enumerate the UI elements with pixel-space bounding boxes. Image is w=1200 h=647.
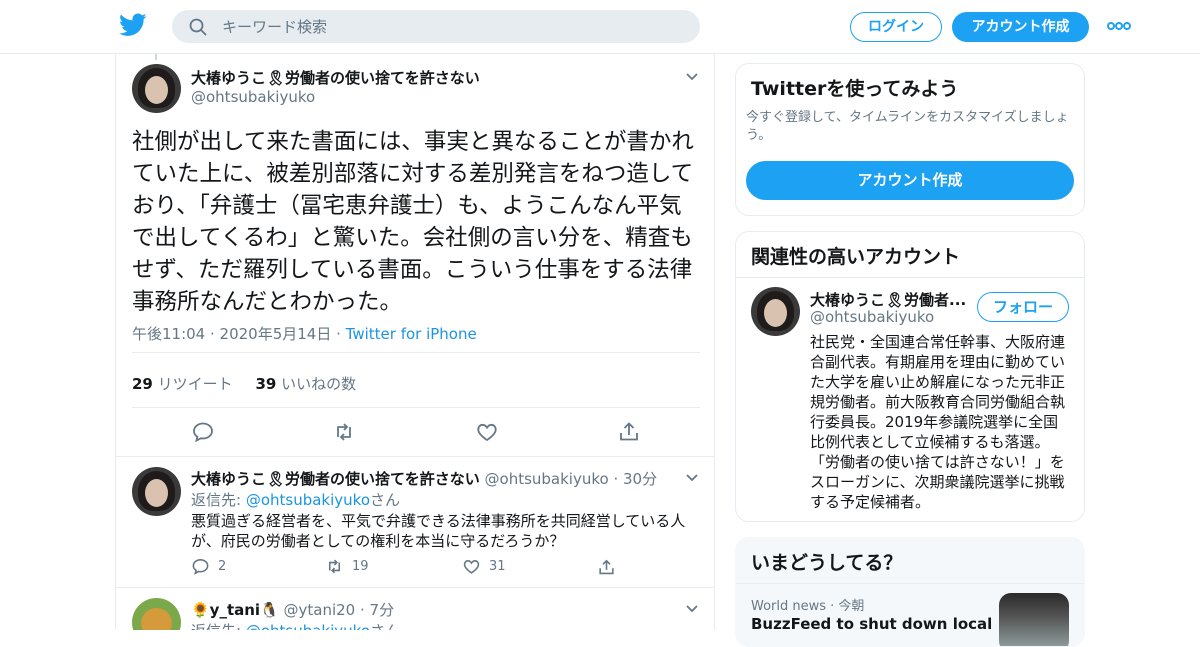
reply-to: 返信先: @ohtsubakiyukoさん <box>191 620 400 630</box>
divider <box>116 587 714 588</box>
signup-button[interactable]: アカウント作成 <box>952 12 1089 42</box>
like-stat[interactable]: 39 いいねの数 <box>255 375 356 393</box>
author-name[interactable]: 🌻y_tani🐧 <box>191 601 279 619</box>
trend-headline[interactable]: BuzzFeed to shut down local <box>751 615 992 633</box>
like-icon[interactable] <box>475 420 499 444</box>
search-box[interactable] <box>172 10 700 43</box>
reply-to-link[interactable]: @ohtsubakiyuko <box>246 491 370 509</box>
tweet-text: 社側が出して来た書面には、事実と異なることが書かれていた上に、被差別部落に対する… <box>132 129 694 315</box>
reply-to: 返信先: @ohtsubakiyukoさん <box>191 491 401 509</box>
reply-to-link[interactable]: @ohtsubakiyuko <box>246 622 370 630</box>
follow-button[interactable]: フォロー <box>977 292 1069 322</box>
reply-icon[interactable] <box>191 420 215 444</box>
tweet-column: 大椿ゆうこ🎗労働者の使い捨てを許さない @ohtsubakiyuko 社側が出し… <box>115 54 715 630</box>
twitter-bird-icon[interactable] <box>119 13 147 37</box>
reply-header: 大椿ゆうこ🎗労働者の使い捨てを許さない @ohtsubakiyuko · 30分 <box>191 468 657 489</box>
tweet-stats: 29 リツイート 39 いいねの数 <box>132 373 356 394</box>
trend-thumbnail[interactable] <box>999 593 1069 646</box>
author-handle[interactable]: @ytani20 · 7分 <box>279 601 395 619</box>
tweet-time[interactable]: 午後11:04 · 2020年5月14日 · <box>132 325 346 343</box>
more-options-icon[interactable] <box>1106 19 1132 33</box>
chevron-down-icon[interactable] <box>685 604 699 614</box>
divider <box>736 583 1084 584</box>
reply-header: 🌻y_tani🐧 @ytani20 · 7分 <box>191 599 394 620</box>
signup-card-title: Twitterを使ってみよう <box>751 78 959 100</box>
author-name[interactable]: 大椿ゆうこ🎗労働者の使い捨てを許さない <box>191 470 480 488</box>
trends-card: いまどうしてる？ World news · 今朝 BuzzFeed to shu… <box>735 537 1085 647</box>
tweet-client-link[interactable]: Twitter for iPhone <box>346 325 477 343</box>
login-button[interactable]: ログイン <box>850 12 942 42</box>
retweet-action[interactable]: 19 <box>325 557 369 576</box>
related-card-title: 関連性の高いアカウント <box>751 246 961 268</box>
author-handle[interactable]: @ohtsubakiyuko <box>191 88 315 106</box>
share-icon[interactable] <box>597 558 616 577</box>
divider <box>132 352 700 353</box>
related-account-bio: 社民党・全国連合常任幹事、大阪府連合副代表。有期雇用を理由に勤めていた大学を雇い… <box>810 333 1066 511</box>
author-name[interactable]: 大椿ゆうこ🎗労働者の使い捨てを許さない <box>191 67 480 88</box>
related-account-handle[interactable]: @ohtsubakiyuko <box>810 308 934 326</box>
signup-card-subtitle: 今すぐ登録して、タイムラインをカスタマイズしましょう。 <box>746 110 1069 143</box>
avatar[interactable] <box>751 287 800 336</box>
author-handle[interactable]: @ohtsubakiyuko · 30分 <box>480 470 658 488</box>
search-icon <box>189 18 207 36</box>
like-icon <box>463 560 480 574</box>
like-action[interactable]: 31 <box>462 557 506 576</box>
search-input[interactable] <box>222 10 682 43</box>
retweet-stat[interactable]: 29 リツイート <box>132 375 233 393</box>
thread-line <box>155 54 157 60</box>
signup-card-button[interactable]: アカウント作成 <box>746 161 1074 200</box>
avatar[interactable] <box>132 598 181 630</box>
top-bar: ログイン アカウント作成 <box>0 0 1200 54</box>
trend-source: World news · 今朝 <box>751 599 865 614</box>
divider <box>132 407 700 408</box>
divider <box>116 456 714 457</box>
signup-card: Twitterを使ってみよう 今すぐ登録して、タイムラインをカスタマイズしましょ… <box>735 63 1085 216</box>
trends-card-title: いまどうしてる？ <box>751 552 903 574</box>
related-accounts-card: 関連性の高いアカウント 大椿ゆうこ🎗労働者... @ohtsubakiyuko … <box>735 231 1085 522</box>
reply-action[interactable]: 2 <box>191 557 226 576</box>
divider <box>736 277 1084 278</box>
retweet-icon[interactable] <box>332 420 356 444</box>
avatar[interactable] <box>132 467 181 516</box>
related-account-name[interactable]: 大椿ゆうこ🎗労働者... <box>810 289 966 310</box>
tweet-text: 悪質過ぎる経営者を、平気で弁護できる法律事務所を共同経営している人が、府民の労働… <box>191 512 686 550</box>
chevron-down-icon[interactable] <box>685 473 699 483</box>
tweet-meta: 午後11:04 · 2020年5月14日 · Twitter for iPhon… <box>132 323 477 344</box>
share-icon[interactable] <box>617 420 641 444</box>
reply-icon <box>192 558 209 575</box>
avatar[interactable] <box>132 64 181 113</box>
chevron-down-icon[interactable] <box>685 72 699 82</box>
retweet-icon <box>328 559 341 574</box>
